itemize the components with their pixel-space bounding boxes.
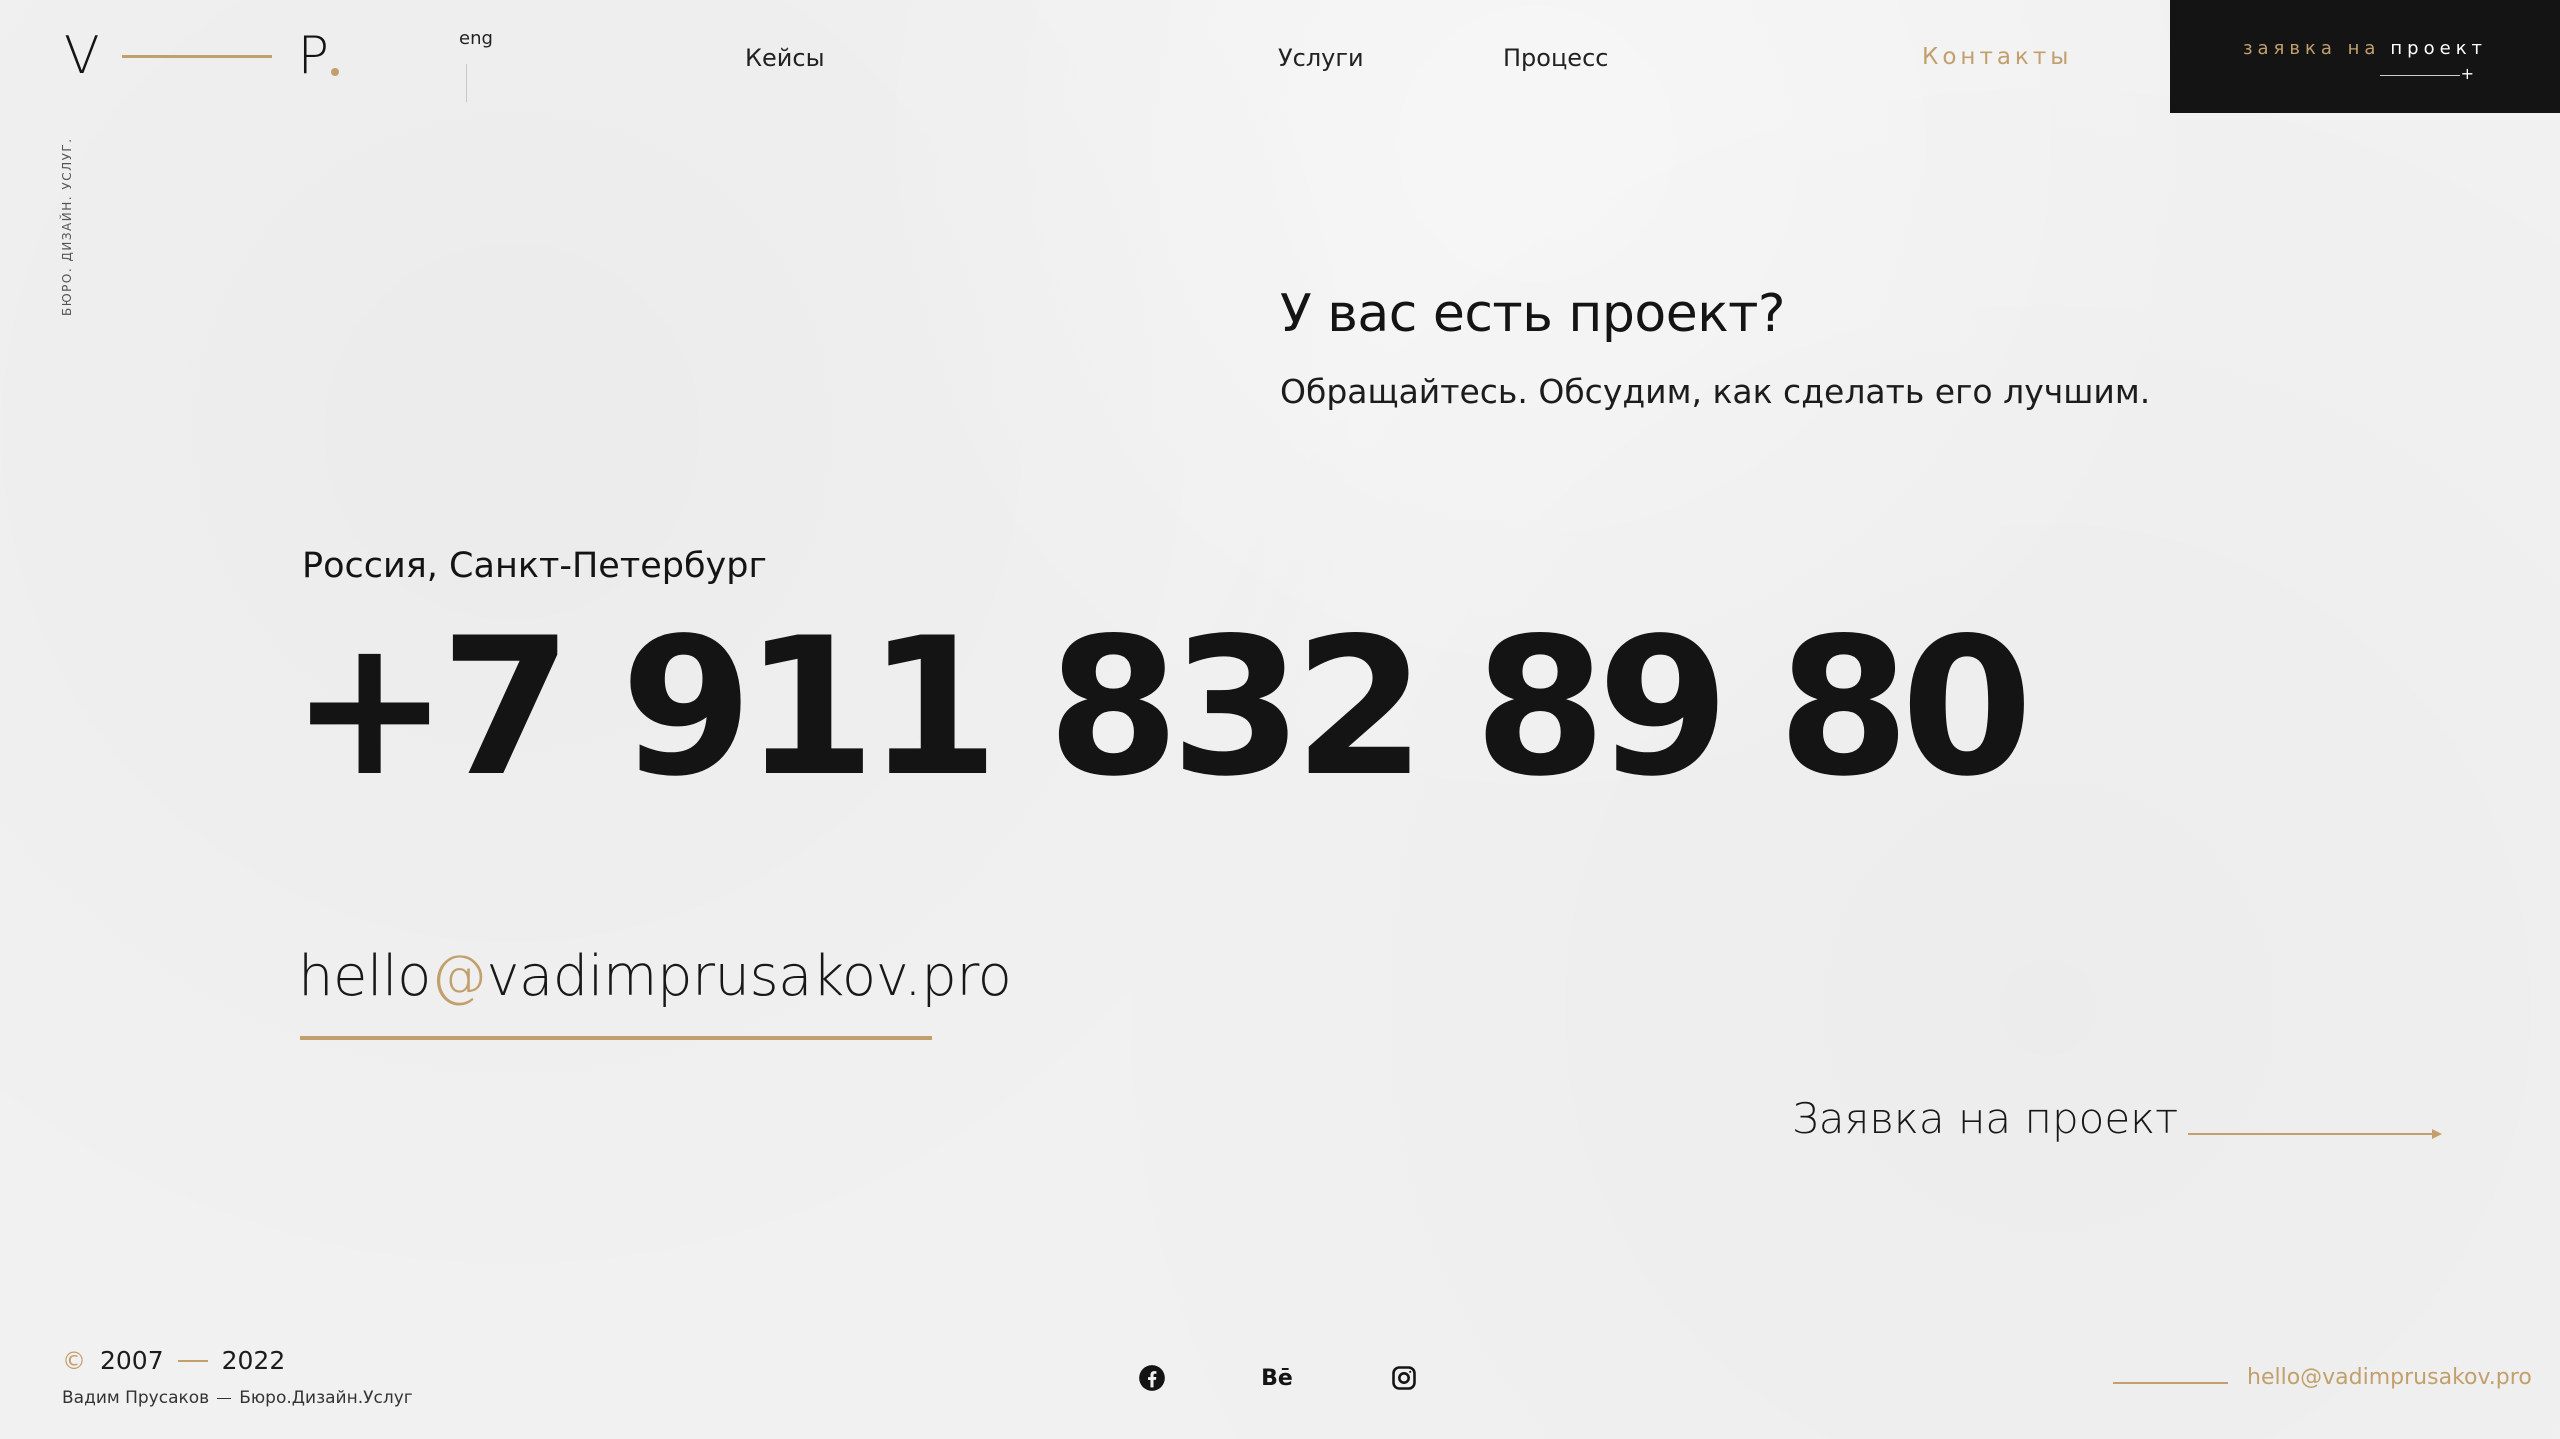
behance-icon[interactable]: Bē [1261, 1364, 1293, 1392]
phone-link[interactable]: +7 911 832 89 80 [290, 608, 2033, 808]
email-link[interactable]: hello@vadimprusakov.pro [298, 944, 1012, 1009]
copyright-icon: © [62, 1346, 86, 1375]
author-line: Вадим Прусаков Бюро.Дизайн.Услуг [62, 1388, 413, 1408]
request-project-link[interactable]: Заявка на проект [1792, 1094, 2178, 1143]
language-divider [466, 64, 467, 102]
logo-dot [330, 68, 339, 76]
studio-name: Бюро.Дизайн.Услуг [239, 1388, 413, 1408]
logo-divider [121, 54, 272, 58]
facebook-icon[interactable] [1138, 1364, 1166, 1392]
logo-letter-v: V [64, 26, 100, 86]
author-separator [217, 1397, 232, 1399]
arrow-right-icon [2432, 1129, 2442, 1139]
copyright: © 2007 2022 [62, 1346, 285, 1375]
city-label: Россия, Санкт-Петербург [302, 546, 767, 586]
footer-email-line [2113, 1382, 2228, 1384]
nav-cases[interactable]: Кейсы [745, 44, 825, 72]
nav-services[interactable]: Услуги [1278, 44, 1364, 72]
project-request-button[interactable]: заявка на проект + [2170, 0, 2560, 113]
side-caption: БЮРО. ДИЗАЙН. УСЛУГ. [60, 137, 74, 316]
author-name: Вадим Прусаков [62, 1388, 210, 1408]
request-arrow-line [2188, 1133, 2438, 1135]
email-underline [300, 1036, 932, 1040]
cta-label: заявка на проект [2242, 37, 2488, 59]
year-from: 2007 [100, 1346, 164, 1375]
language-switch[interactable]: eng [459, 28, 493, 49]
footer-email-link[interactable]: hello@vadimprusakov.pro [2247, 1365, 2532, 1390]
instagram-icon[interactable] [1390, 1364, 1418, 1392]
year-to: 2022 [221, 1346, 286, 1375]
cta-underline: + [2380, 65, 2474, 81]
page-subtitle: Обращайтесь. Обсудим, как сделать его лу… [1280, 372, 2151, 411]
nav-contacts[interactable]: Контакты [1922, 44, 2072, 70]
logo[interactable]: V P [64, 26, 339, 86]
logo-letter-p: P [298, 30, 339, 82]
page-title: У вас есть проект? [1280, 284, 1786, 344]
nav-process[interactable]: Процесс [1503, 44, 1608, 72]
plus-icon: + [2460, 63, 2474, 83]
year-dash [177, 1359, 208, 1362]
